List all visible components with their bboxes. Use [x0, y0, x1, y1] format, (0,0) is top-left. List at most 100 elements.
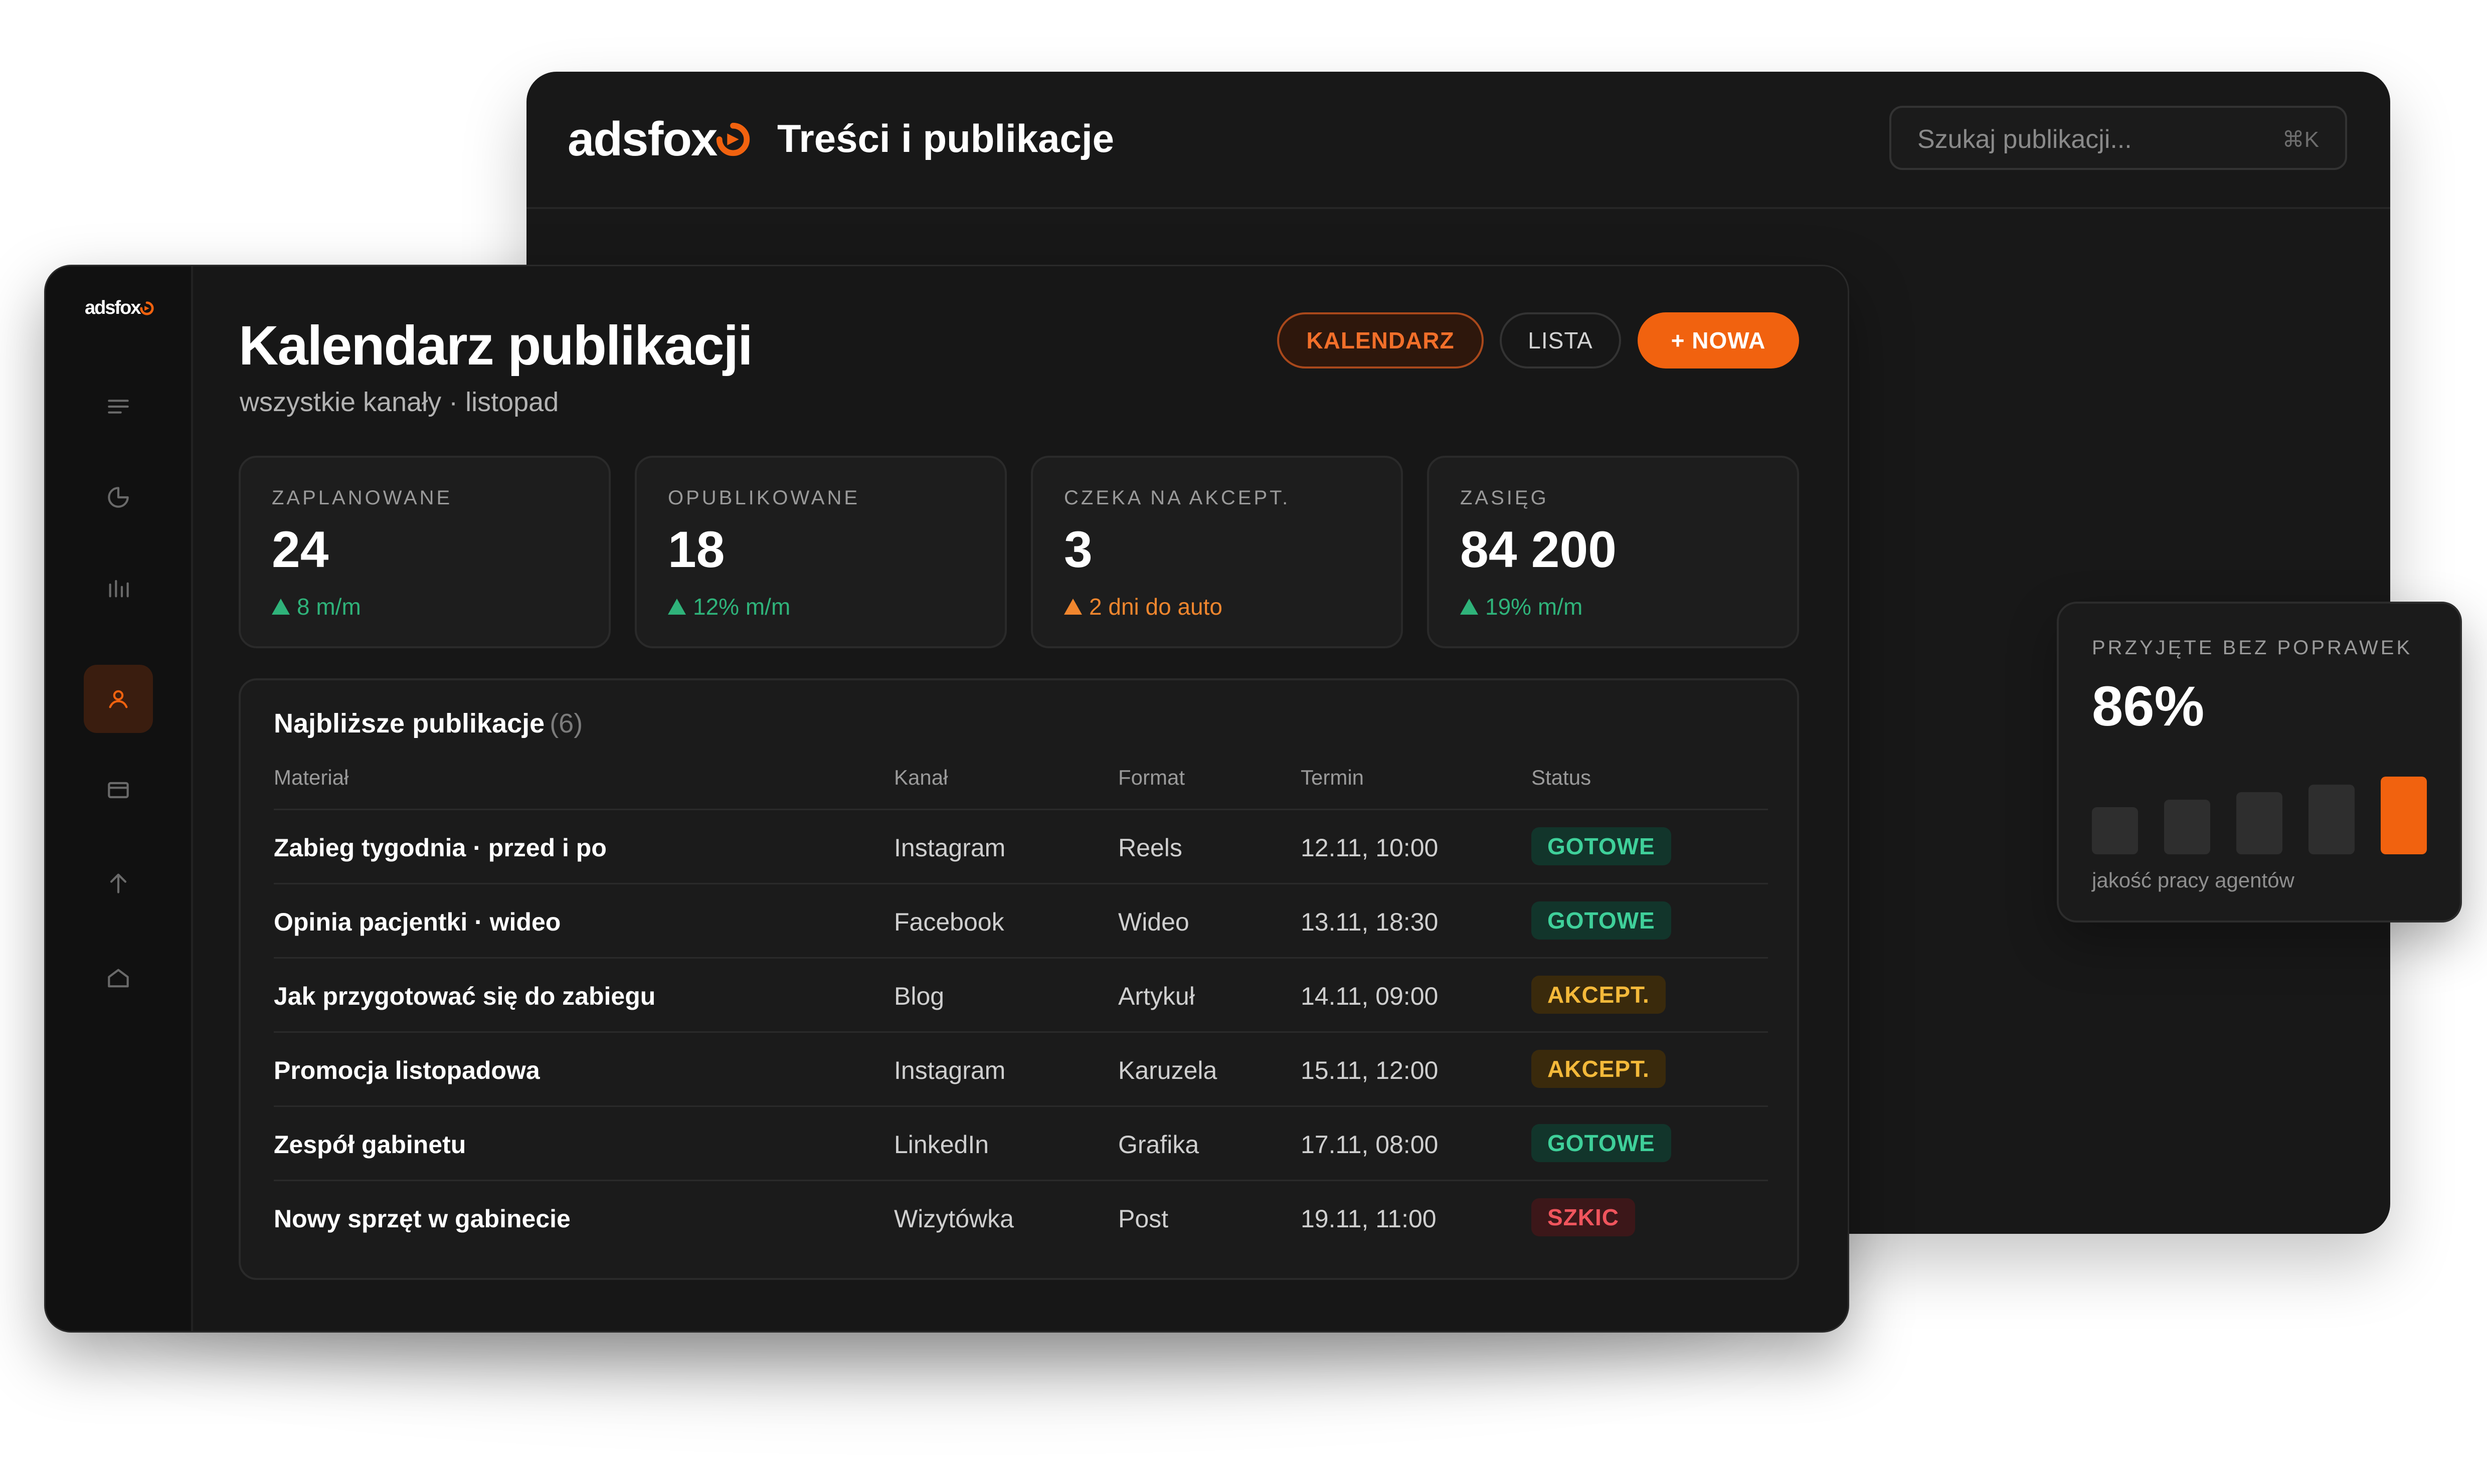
new-publication-button[interactable]: + NOWA — [1638, 312, 1799, 368]
row-material: Zabieg tygodnia · przed i po — [274, 834, 607, 862]
column-header-status[interactable]: Status — [1531, 766, 1591, 790]
trend-up-icon — [272, 599, 290, 615]
user-icon — [109, 690, 128, 708]
window-icon — [108, 782, 129, 799]
arrow-up-icon — [110, 873, 127, 893]
brand-name: adsfox — [568, 112, 718, 166]
quality-bar — [2236, 792, 2282, 854]
row-date: 19.11, 11:00 — [1301, 1205, 1437, 1233]
column-header-format[interactable]: Format — [1118, 766, 1185, 790]
calendar-view-button[interactable]: KALENDARZ — [1277, 312, 1484, 368]
table-title-text: Najbliższe publikacje — [274, 708, 545, 738]
quality-bar — [2308, 785, 2355, 854]
sidebar-brand-name: adsfox — [85, 297, 141, 318]
table-row[interactable]: Promocja listopadowa Instagram Karuzela 15.… — [274, 1031, 1768, 1107]
column-header-material[interactable]: Materiał — [274, 766, 348, 790]
stat-delta-text: 8 m/m — [297, 594, 361, 620]
search-shortcut-hint: ⌘K — [2282, 127, 2319, 152]
row-date: 13.11, 18:30 — [1301, 908, 1439, 936]
pie-chart-icon — [108, 487, 129, 508]
stat-card-scheduled: ZAPLANOWANE 24 8 m/m — [239, 456, 611, 648]
upcoming-publications-table: Najbliższe publikacje (6) Materiał Kanał … — [239, 678, 1799, 1280]
stat-delta-text: 19% m/m — [1485, 594, 1583, 620]
stat-trend: 19% m/m — [1460, 593, 1582, 620]
row-format: Reels — [1118, 834, 1182, 862]
table-count: (6) — [550, 708, 583, 738]
stat-value: 24 — [272, 521, 329, 578]
row-format: Post — [1118, 1205, 1169, 1233]
status-badge: GOTOWE — [1531, 827, 1671, 865]
row-channel: Instagram — [894, 834, 1006, 862]
row-material: Opinia pacjentki · wideo — [274, 908, 561, 936]
header-bar: adsfox Treści i publikacje ⌘K — [526, 72, 2390, 209]
search-input[interactable] — [1916, 124, 2269, 155]
search-box[interactable]: ⌘K — [1889, 106, 2347, 170]
status-badge: GOTOWE — [1531, 1124, 1671, 1162]
stat-trend: 8 m/m — [272, 593, 361, 620]
quality-bar — [2164, 800, 2210, 854]
table-row[interactable]: Zabieg tygodnia · przed i po Instagram Ree… — [274, 809, 1768, 884]
row-channel: Blog — [894, 982, 945, 1010]
quality-bar — [2381, 777, 2427, 854]
calendar-window: adsfox Kalendarz publikacji wszystkie ka… — [44, 265, 1849, 1333]
sidebar-item-analytics[interactable] — [98, 477, 138, 517]
row-material: Zespół gabinetu — [274, 1131, 466, 1159]
fox-logo-icon — [140, 301, 154, 315]
stat-label: OPUBLIKOWANE — [668, 487, 860, 509]
sidebar-item-reports[interactable] — [98, 568, 138, 608]
row-format: Wideo — [1118, 908, 1189, 936]
table-row[interactable]: Opinia pacjentki · wideo Facebook Wideo 13.… — [274, 883, 1768, 959]
row-channel: Wizytówka — [894, 1205, 1014, 1233]
trend-up-icon — [1460, 599, 1478, 615]
row-channel: Facebook — [894, 908, 1004, 936]
row-channel: LinkedIn — [894, 1131, 989, 1159]
quality-card: PRZYJĘTE BEZ POPRAWEK 86% jakość pracy a… — [2057, 602, 2462, 922]
row-material: Jak przygotować się do zabiegu — [274, 982, 656, 1010]
status-badge: AKCEPT. — [1531, 1050, 1666, 1088]
table-row[interactable]: Nowy sprzęt w gabinecie Wizytówka Post 19.1… — [274, 1180, 1768, 1255]
stat-card-reach: ZASIĘG 84 200 19% m/m — [1427, 456, 1799, 648]
menu-icon — [108, 400, 129, 414]
list-view-button[interactable]: LISTA — [1500, 312, 1621, 368]
sidebar-item-menu[interactable] — [98, 387, 138, 427]
table-row[interactable]: Jak przygotować się do zabiegu Blog Artyku… — [274, 957, 1768, 1033]
stat-delta-text: 2 dni do auto — [1089, 594, 1223, 620]
status-badge: SZKIC — [1531, 1198, 1635, 1236]
row-date: 14.11, 09:00 — [1301, 982, 1439, 1010]
row-format: Artykuł — [1118, 982, 1195, 1010]
status-badge: AKCEPT. — [1531, 976, 1666, 1014]
column-header-date[interactable]: Termin — [1301, 766, 1364, 790]
stat-delta-text: 12% m/m — [693, 594, 791, 620]
stat-value: 18 — [668, 521, 725, 578]
table-title: Najbliższe publikacje (6) — [274, 708, 583, 739]
row-format: Grafika — [1118, 1131, 1199, 1159]
stat-label: ZASIĘG — [1460, 487, 1549, 509]
page-subtitle: wszystkie kanały · listopad — [240, 387, 559, 417]
sidebar-item-publish[interactable] — [98, 863, 138, 903]
sidebar-item-windows[interactable] — [98, 770, 138, 810]
column-header-channel[interactable]: Kanał — [894, 766, 948, 790]
sidebar-item-home[interactable] — [98, 958, 138, 998]
status-badge: GOTOWE — [1531, 901, 1671, 940]
stat-card-published: OPUBLIKOWANE 18 12% m/m — [635, 456, 1007, 648]
quality-value: 86% — [2092, 675, 2205, 737]
quality-caption: jakość pracy agentów — [2092, 868, 2294, 892]
fox-logo-icon — [717, 122, 750, 156]
row-material: Promocja listopadowa — [274, 1056, 540, 1084]
row-format: Karuzela — [1118, 1056, 1217, 1084]
stat-label: CZEKA NA AKCEPT. — [1064, 487, 1291, 509]
sidebar-logo[interactable]: adsfox — [85, 297, 155, 319]
quality-bar — [2092, 807, 2138, 854]
trend-up-icon — [668, 599, 686, 615]
row-date: 15.11, 12:00 — [1301, 1056, 1439, 1084]
table-row[interactable]: Zespół gabinetu LinkedIn Grafika 17.11, 08:… — [274, 1105, 1768, 1181]
quality-bar-chart — [2092, 777, 2427, 854]
stat-value: 84 200 — [1460, 521, 1617, 578]
row-material: Nowy sprzęt w gabinecie — [274, 1205, 571, 1233]
bar-chart-icon — [109, 580, 129, 598]
brand-logo[interactable]: adsfox — [568, 112, 753, 167]
row-date: 17.11, 08:00 — [1301, 1131, 1439, 1159]
home-icon — [108, 969, 129, 988]
stat-value: 3 — [1064, 521, 1093, 578]
sidebar-item-users[interactable] — [98, 679, 138, 719]
